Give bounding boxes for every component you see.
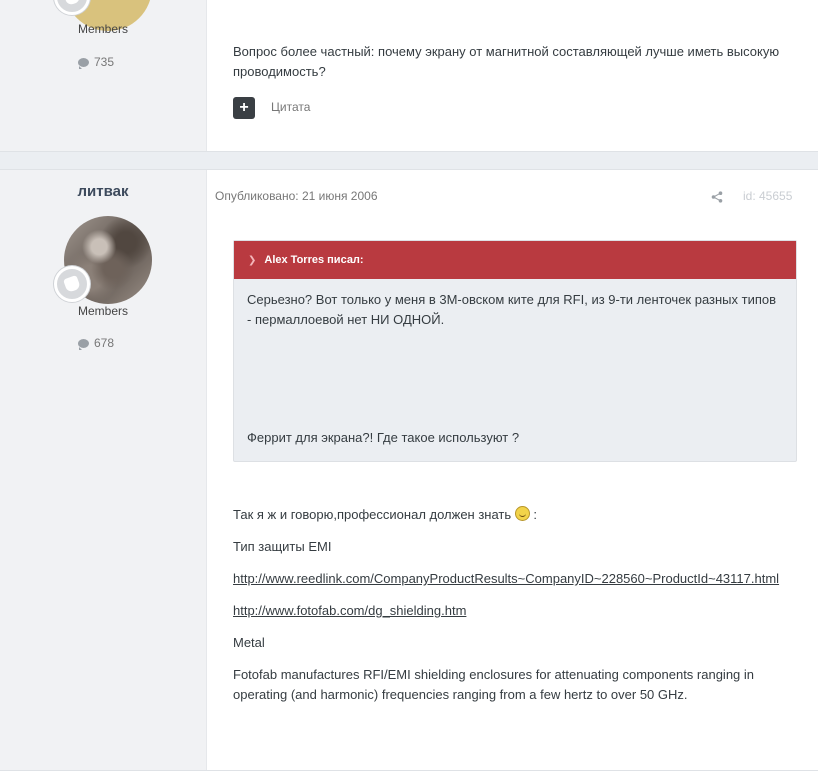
share-icon[interactable] xyxy=(711,191,723,203)
chevron-down-icon: ❯ xyxy=(248,254,257,266)
author-group: Members xyxy=(77,22,128,36)
member-badge-icon xyxy=(54,266,90,302)
author-panel: литвак Members 678 xyxy=(0,170,207,770)
comment-bubble-icon xyxy=(78,338,89,350)
post-count: 735 xyxy=(78,55,114,69)
post-paragraph: Metal xyxy=(233,635,265,650)
plus-icon[interactable]: + xyxy=(233,97,255,119)
post-count-value: 735 xyxy=(94,55,115,69)
quote-button[interactable]: Цитата xyxy=(271,100,310,114)
post-count: 678 xyxy=(78,336,114,350)
post-1: Members 735 Вопрос более частный: почему… xyxy=(0,0,818,152)
published-date[interactable]: Опубликовано: 21 июня 2006 xyxy=(215,189,378,203)
external-link[interactable]: http://www.reedlink.com/CompanyProductRe… xyxy=(233,571,779,586)
post-2: литвак Members 678 Опубликовано: 21 июня… xyxy=(0,169,818,771)
external-link[interactable]: http://www.fotofab.com/dg_shielding.htm xyxy=(233,603,466,618)
post-paragraph: Тип защиты EMI xyxy=(233,539,332,554)
author-panel: Members 735 xyxy=(0,0,207,151)
quote-block: ❯ Alex Torres писал: Серьезно? Вот тольк… xyxy=(233,240,797,462)
paragraph-text-end: : xyxy=(529,507,538,522)
paragraph-text: Так я ж и говорю,профессионал должен зна… xyxy=(233,507,512,522)
post-paragraph: http://www.reedlink.com/CompanyProductRe… xyxy=(233,569,803,589)
quote-header[interactable]: ❯ Alex Torres писал: xyxy=(234,241,796,279)
comment-bubble-icon xyxy=(78,57,89,69)
post-paragraph: Fotofab manufactures RFI/EMI shielding e… xyxy=(233,667,755,702)
author-group: Members xyxy=(77,304,128,318)
quote-author: Alex Torres писал: xyxy=(264,254,364,266)
post-paragraph: http://www.fotofab.com/dg_shielding.htm xyxy=(233,601,803,621)
post-text: Вопрос более частный: почему экрану от м… xyxy=(233,44,780,79)
quote-text: Феррит для экрана?! Где такое используют… xyxy=(247,430,520,445)
post-count-value: 678 xyxy=(94,336,115,350)
post-paragraph: Так я ж и говорю,профессионал должен зна… xyxy=(233,505,803,525)
post-id[interactable]: id: 45655 xyxy=(743,189,792,203)
author-name[interactable]: литвак xyxy=(0,183,206,200)
smiley-icon xyxy=(514,506,530,521)
quote-text: Серьезно? Вот только у меня в 3М-овском … xyxy=(247,292,777,327)
